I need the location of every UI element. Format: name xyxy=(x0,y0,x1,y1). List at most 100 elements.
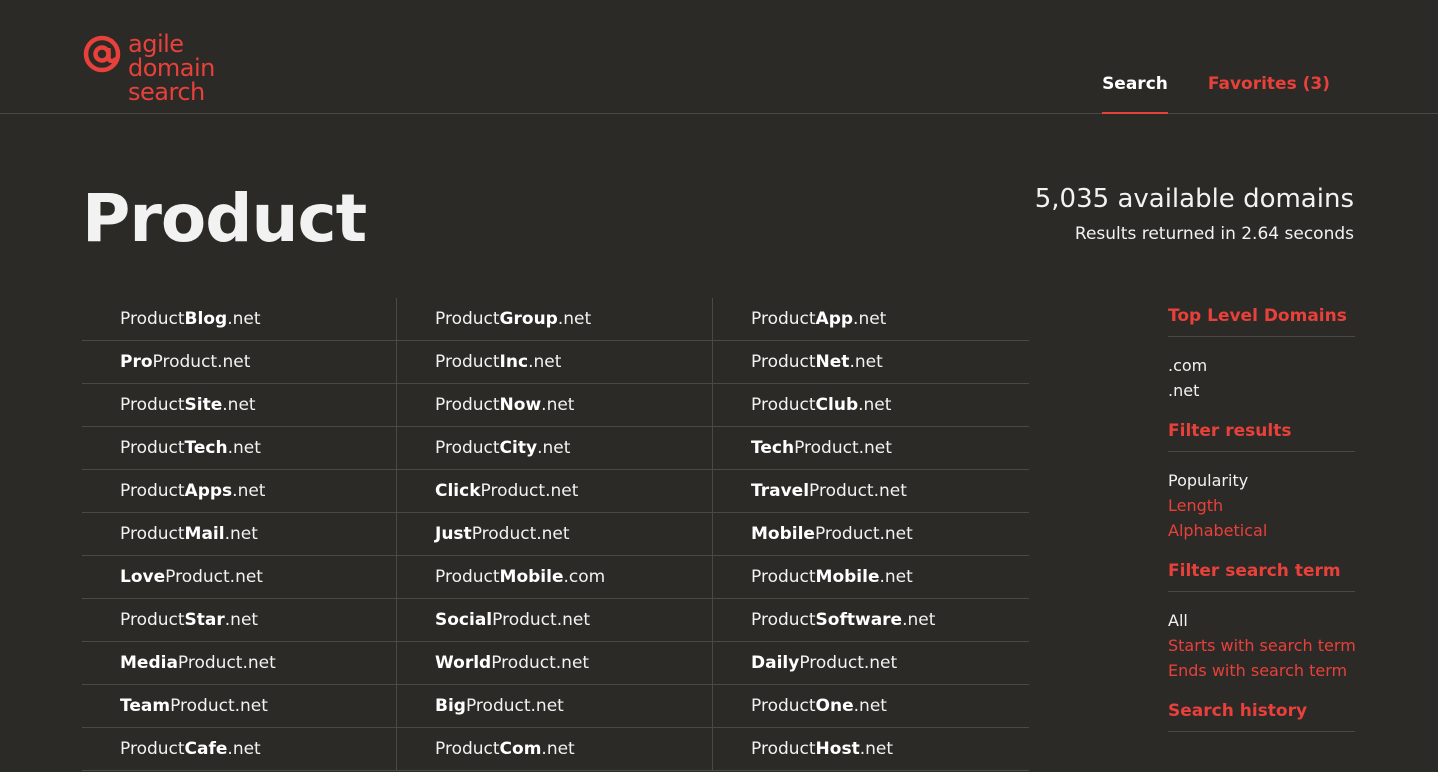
domain-results-grid: Product Blog .net Product Group .net Product Ap… xyxy=(82,298,1029,771)
domain-result[interactable]: Product One .net xyxy=(713,685,1029,728)
sidebar-section: Filter results Popularity Length Alphabetic… xyxy=(1168,421,1355,543)
domain-part: Product xyxy=(751,309,816,329)
domain-part: Site xyxy=(184,395,223,415)
domain-result[interactable]: Tech Product .net xyxy=(713,427,1029,470)
domain-part: Big xyxy=(435,696,466,716)
domain-part: Product xyxy=(794,438,859,458)
domain-tld: .net xyxy=(227,309,261,329)
domain-part: Product xyxy=(751,739,816,759)
domain-result[interactable]: Love Product .net xyxy=(82,556,397,599)
domain-part: Product xyxy=(120,309,185,329)
filter-option[interactable]: Popularity xyxy=(1168,468,1355,493)
domain-part: Mobile xyxy=(751,524,815,544)
domain-part: Just xyxy=(435,524,472,544)
domain-result[interactable]: Product Com .net xyxy=(397,728,713,771)
domain-result[interactable]: Product Star .net xyxy=(82,599,397,642)
domain-part: World xyxy=(435,653,492,673)
domain-result[interactable]: Product City .net xyxy=(397,427,713,470)
domain-result[interactable]: Media Product .net xyxy=(82,642,397,685)
filter-option[interactable]: .net xyxy=(1168,378,1355,403)
domain-part: Travel xyxy=(751,481,810,501)
domain-tld: .net xyxy=(853,309,887,329)
domain-result[interactable]: Product Inc .net xyxy=(397,341,713,384)
domain-result[interactable]: Big Product .net xyxy=(397,685,713,728)
domain-part: Net xyxy=(815,352,850,372)
domain-result[interactable]: Product Blog .net xyxy=(82,298,397,341)
domain-tld: .net xyxy=(879,567,913,587)
domain-result[interactable]: Product Tech .net xyxy=(82,427,397,470)
domain-result[interactable]: Product Mobile .com xyxy=(397,556,713,599)
nav-favorites[interactable]: Favorites (3) xyxy=(1208,74,1330,114)
domain-result[interactable]: Product App .net xyxy=(713,298,1029,341)
sidebar-heading[interactable]: Search history xyxy=(1168,701,1355,732)
filter-option[interactable]: Length xyxy=(1168,493,1355,518)
domain-result[interactable]: Product Host .net xyxy=(713,728,1029,771)
domain-tld: .net xyxy=(541,739,575,759)
domain-tld: .net xyxy=(242,653,276,673)
domain-result[interactable]: Click Product .net xyxy=(397,470,713,513)
domain-tld: .net xyxy=(849,352,883,372)
domain-result[interactable]: Pro Product .net xyxy=(82,341,397,384)
domain-part: Product xyxy=(751,395,816,415)
domain-tld: .net xyxy=(224,610,259,630)
sidebar-section: Top Level Domains .com .net xyxy=(1168,306,1355,403)
domain-part: Product xyxy=(120,395,185,415)
sidebar-section: Search history xyxy=(1168,701,1355,732)
domain-result[interactable]: Mobile Product .net xyxy=(713,513,1029,556)
sidebar-heading[interactable]: Top Level Domains xyxy=(1168,306,1355,337)
filter-option[interactable]: Starts with search term xyxy=(1168,633,1356,658)
domain-tld: .net xyxy=(545,481,579,501)
domain-result[interactable]: Product Site .net xyxy=(82,384,397,427)
domain-part: Media xyxy=(120,653,178,673)
domain-result[interactable]: Product Cafe .net xyxy=(82,728,397,771)
domain-part: Mobile xyxy=(815,567,880,587)
domain-tld: .net xyxy=(879,524,913,544)
filter-option[interactable]: Ends with search term xyxy=(1168,658,1355,683)
domain-part: Pro xyxy=(120,352,153,372)
domain-tld: .net xyxy=(537,438,571,458)
domain-result[interactable]: Team Product .net xyxy=(82,685,397,728)
sidebar-heading[interactable]: Filter search term xyxy=(1168,561,1355,592)
domain-tld: .net xyxy=(227,438,261,458)
domain-tld: .net xyxy=(536,524,570,544)
domain-result[interactable]: Product Mail .net xyxy=(82,513,397,556)
domain-result[interactable]: Social Product .net xyxy=(397,599,713,642)
domain-part: Mobile xyxy=(499,567,564,587)
domain-part: Product xyxy=(120,481,185,501)
domain-tld: .net xyxy=(217,352,251,372)
logo[interactable]: agile domain search xyxy=(82,32,215,104)
filter-option[interactable]: Alphabetical xyxy=(1168,518,1355,543)
domain-part: Product xyxy=(435,567,500,587)
domain-result[interactable]: Product Software .net xyxy=(713,599,1029,642)
domain-tld: .net xyxy=(234,696,268,716)
filter-option[interactable]: .com xyxy=(1168,353,1355,378)
sidebar-section: Filter search term All Starts with search … xyxy=(1168,561,1356,683)
domain-result[interactable]: World Product .net xyxy=(397,642,713,685)
domain-result[interactable]: Daily Product .net xyxy=(713,642,1029,685)
domain-result[interactable]: Product Club .net xyxy=(713,384,1029,427)
domain-tld: .net xyxy=(528,352,562,372)
domain-tld: .net xyxy=(556,610,590,630)
logo-line: domain xyxy=(128,54,215,82)
domain-result[interactable]: Travel Product .net xyxy=(713,470,1029,513)
domain-result[interactable]: Product Now .net xyxy=(397,384,713,427)
domain-part: Product xyxy=(465,696,531,716)
domain-tld: .net xyxy=(863,653,898,673)
domain-tld: .com xyxy=(563,567,606,587)
domain-part: One xyxy=(815,696,854,716)
domain-result[interactable]: Product Net .net xyxy=(713,341,1029,384)
domain-tld: .net xyxy=(858,438,892,458)
logo-text: agile domain search xyxy=(128,32,215,104)
domain-part: Inc xyxy=(499,352,529,372)
domain-part: Product xyxy=(491,653,556,673)
sidebar-heading[interactable]: Filter results xyxy=(1168,421,1355,452)
domain-part: Product xyxy=(435,309,500,329)
domain-part: App xyxy=(815,309,854,329)
domain-result[interactable]: Product Group .net xyxy=(397,298,713,341)
nav-search[interactable]: Search xyxy=(1102,74,1168,114)
domain-result[interactable]: Product Apps .net xyxy=(82,470,397,513)
filter-option[interactable]: All xyxy=(1168,608,1355,633)
domain-result[interactable]: Product Mobile .net xyxy=(713,556,1029,599)
domain-result[interactable]: Just Product .net xyxy=(397,513,713,556)
domain-part: Tech xyxy=(184,438,228,458)
